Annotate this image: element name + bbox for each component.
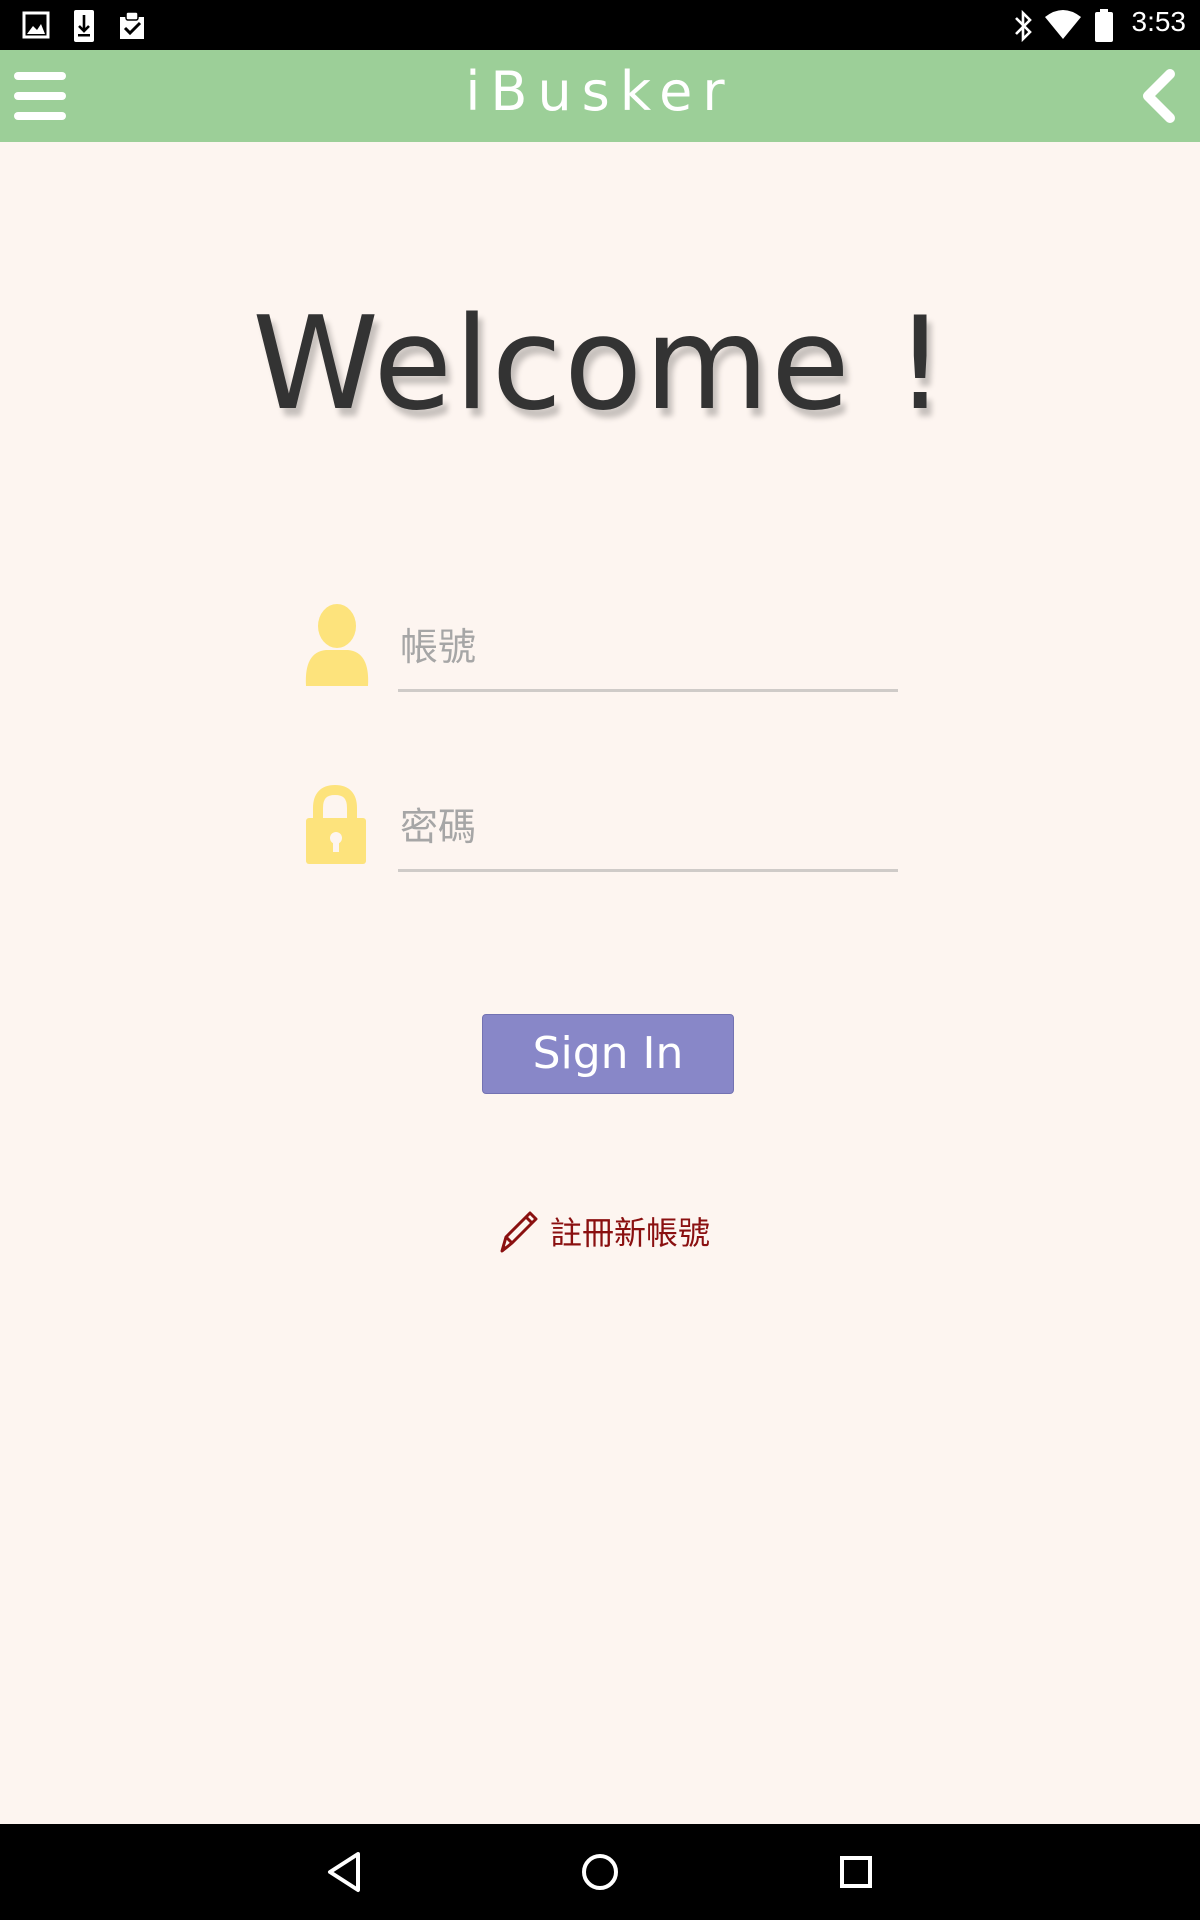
sign-in-button[interactable]: Sign In xyxy=(482,1014,734,1094)
status-bar: 3:53 xyxy=(0,0,1200,50)
username-row xyxy=(300,604,900,700)
password-row xyxy=(300,784,900,880)
welcome-heading: Welcome ! xyxy=(252,290,948,439)
back-triangle-icon[interactable] xyxy=(318,1846,370,1898)
navigation-bar xyxy=(0,1824,1200,1920)
app-bar: iBusker xyxy=(0,50,1200,142)
battery-icon xyxy=(1095,9,1113,42)
bluetooth-icon xyxy=(1015,9,1032,43)
recents-square-icon[interactable] xyxy=(830,1846,882,1898)
clipboard-check-icon xyxy=(120,11,144,39)
chevron-left-icon[interactable] xyxy=(1136,68,1180,124)
register-label: 註冊新帳號 xyxy=(550,1214,711,1252)
wifi-icon xyxy=(1045,10,1081,39)
pencil-icon xyxy=(500,1211,538,1253)
image-icon xyxy=(22,11,50,39)
password-input[interactable] xyxy=(398,784,898,872)
home-circle-icon[interactable] xyxy=(574,1846,626,1898)
download-icon xyxy=(74,10,94,42)
status-time: 3:53 xyxy=(1131,6,1187,37)
username-input[interactable] xyxy=(398,604,898,692)
app-title: iBusker xyxy=(465,60,735,123)
lock-icon xyxy=(306,784,366,864)
register-link[interactable]: 註冊新帳號 xyxy=(494,1206,710,1256)
user-icon xyxy=(305,604,369,686)
